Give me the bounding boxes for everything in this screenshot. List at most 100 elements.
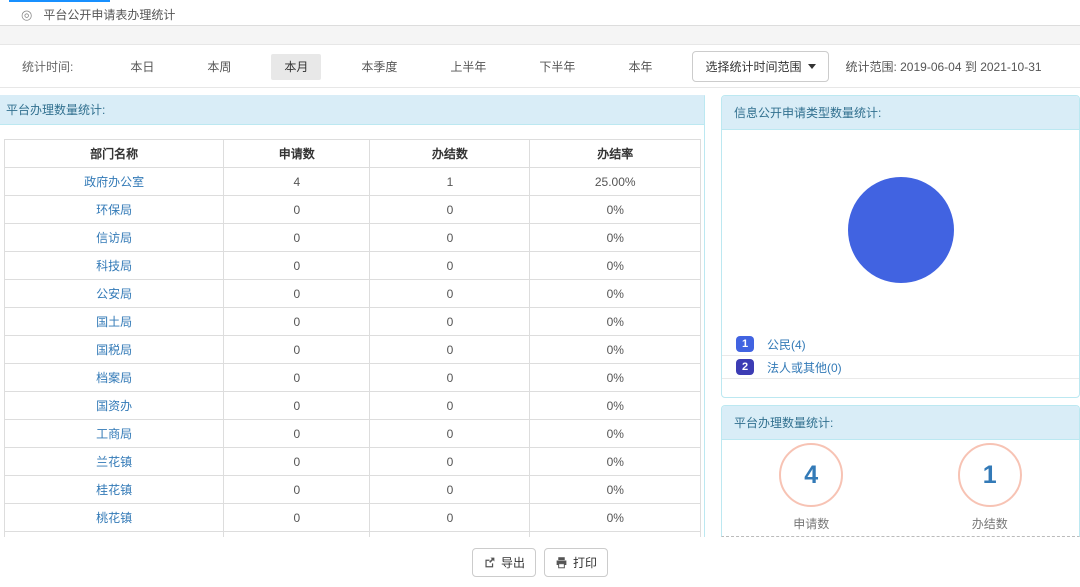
stat-value-cell: 0% <box>530 196 701 224</box>
time-filter-option[interactable]: 本月 <box>271 54 321 80</box>
table-row: 公安局000% <box>5 280 701 308</box>
stat-value-cell: 0 <box>224 308 370 336</box>
legend-index-badge: 2 <box>736 359 754 375</box>
stat-value-cell: 0 <box>370 280 530 308</box>
stat-value-cell: 0% <box>530 504 701 532</box>
stat-value-cell: 0 <box>370 336 530 364</box>
department-link[interactable]: 政府办公室 <box>5 168 224 196</box>
stat-value-cell: 0% <box>530 420 701 448</box>
table-row: 国土局000% <box>5 308 701 336</box>
stat-value-cell: 0 <box>370 392 530 420</box>
stat-value-cell: 0 <box>370 532 530 538</box>
stat-label: 办结数 <box>972 515 1008 532</box>
table-column-header: 申请数 <box>224 140 370 168</box>
table-row: 桃花镇000% <box>5 504 701 532</box>
platform-totals-body: 4 申请数 1 办结数 <box>722 440 1079 536</box>
time-filter-option[interactable]: 本周 <box>194 54 244 80</box>
department-statistics-panel: 平台办理数量统计: 部门名称申请数办结数办结率 政府办公室4125.00%环保局… <box>0 95 705 537</box>
stat-value-cell: 1 <box>370 168 530 196</box>
stat-value-cell: 0 <box>370 476 530 504</box>
department-link[interactable]: 环保局 <box>5 196 224 224</box>
application-type-panel-title: 信息公开申请类型数量统计: <box>722 96 1079 130</box>
stat-value: 1 <box>983 461 997 490</box>
table-row: 政府办公室4125.00% <box>5 168 701 196</box>
top-spacer-strip <box>0 26 1080 44</box>
stat-value-cell: 0 <box>224 252 370 280</box>
time-filter-option[interactable]: 下半年 <box>526 54 588 80</box>
legend-label: 公民(4) <box>767 336 806 353</box>
table-row: 兰花镇000% <box>5 448 701 476</box>
stat-value-cell: 0% <box>530 224 701 252</box>
department-link[interactable]: 桂花镇 <box>5 476 224 504</box>
export-button-label: 导出 <box>501 554 525 571</box>
stat-value-cell: 0% <box>530 252 701 280</box>
stat-value-cell: 0 <box>224 196 370 224</box>
department-link[interactable]: 桃花镇 <box>5 504 224 532</box>
table-header-row: 部门名称申请数办结数办结率 <box>5 140 701 168</box>
table-row: 档案局000% <box>5 364 701 392</box>
department-link[interactable]: 荷花镇 <box>5 532 224 538</box>
platform-totals-panel: 平台办理数量统计: 4申请数1办结数 <box>721 405 1080 537</box>
right-column: 信息公开申请类型数量统计: 1公民(4)2法人或其他(0) 平台办理数量统计: … <box>721 95 1080 537</box>
statistics-range-text: 统计范围: 2019-06-04 到 2021-10-31 <box>845 58 1041 75</box>
department-link[interactable]: 兰花镇 <box>5 448 224 476</box>
department-link[interactable]: 档案局 <box>5 364 224 392</box>
table-row: 信访局000% <box>5 224 701 252</box>
stat-item: 1 办结数 <box>901 443 1080 536</box>
tab-bar: ◎ 平台公开申请表办理统计 <box>0 0 1080 26</box>
select-time-range-button[interactable]: 选择统计时间范围 <box>692 51 829 82</box>
stat-value-cell: 0 <box>224 476 370 504</box>
stat-value-cell: 0 <box>370 224 530 252</box>
stat-value-cell: 0 <box>224 364 370 392</box>
export-button[interactable]: 导出 <box>472 548 536 577</box>
table-row: 国资办000% <box>5 392 701 420</box>
department-link[interactable]: 国资办 <box>5 392 224 420</box>
stat-value-cell: 0 <box>370 252 530 280</box>
stat-value-cell: 0 <box>224 336 370 364</box>
stat-value-cell: 0% <box>530 532 701 538</box>
department-link[interactable]: 工商局 <box>5 420 224 448</box>
department-link[interactable]: 公安局 <box>5 280 224 308</box>
legend-item[interactable]: 1公民(4) <box>722 333 1079 356</box>
time-filter-bar: 统计时间: 本日本周本月本季度上半年下半年本年 选择统计时间范围 统计范围: 2… <box>0 44 1080 88</box>
stat-value-cell: 0 <box>370 504 530 532</box>
department-link[interactable]: 科技局 <box>5 252 224 280</box>
table-row: 桂花镇000% <box>5 476 701 504</box>
department-link[interactable]: 国税局 <box>5 336 224 364</box>
stat-value-cell: 0 <box>370 448 530 476</box>
department-panel-title: 平台办理数量统计: <box>0 96 704 125</box>
pie-legend: 1公民(4) 2 法人或其他(0) <box>722 333 1079 379</box>
tab-platform-statistics[interactable]: ◎ 平台公开申请表办理统计 <box>0 2 195 26</box>
stat-value-cell: 0% <box>530 308 701 336</box>
spacer <box>0 88 1080 95</box>
stat-value-cell: 0 <box>224 392 370 420</box>
stat-value-cell: 4 <box>224 168 370 196</box>
stat-item: 4 申请数 <box>722 443 901 536</box>
stat-value-cell: 0% <box>530 280 701 308</box>
footer-actions: 导出 打印 <box>0 537 1080 587</box>
time-filter-option[interactable]: 本日 <box>117 54 167 80</box>
stat-label: 申请数 <box>793 515 829 532</box>
table-column-header: 部门名称 <box>5 140 224 168</box>
select-time-range-label: 选择统计时间范围 <box>705 58 801 75</box>
table-column-header: 办结数 <box>370 140 530 168</box>
eye-icon: ◎ <box>21 8 32 21</box>
stat-value-cell: 0 <box>370 308 530 336</box>
time-filter-option[interactable]: 本年 <box>615 54 665 80</box>
department-link[interactable]: 信访局 <box>5 224 224 252</box>
pie-chart <box>848 177 954 283</box>
stat-circle: 1 <box>958 443 1022 507</box>
stat-value-cell: 0% <box>530 336 701 364</box>
stat-value-cell: 0% <box>530 476 701 504</box>
time-filter-option[interactable]: 上半年 <box>437 54 499 80</box>
legend-label: 法人或其他(0) <box>767 359 842 376</box>
print-button[interactable]: 打印 <box>544 548 608 577</box>
department-link[interactable]: 国土局 <box>5 308 224 336</box>
stat-value-cell: 0 <box>224 532 370 538</box>
application-type-panel: 信息公开申请类型数量统计: 1公民(4) 2 法人或其他(0) <box>721 95 1080 398</box>
time-filter-options: 本日本周本月本季度上半年下半年本年 <box>117 58 692 75</box>
legend-item[interactable]: 2 法人或其他(0) <box>722 356 1079 379</box>
stat-value-cell: 0 <box>224 280 370 308</box>
stat-circle: 4 <box>779 443 843 507</box>
time-filter-option[interactable]: 本季度 <box>348 54 410 80</box>
